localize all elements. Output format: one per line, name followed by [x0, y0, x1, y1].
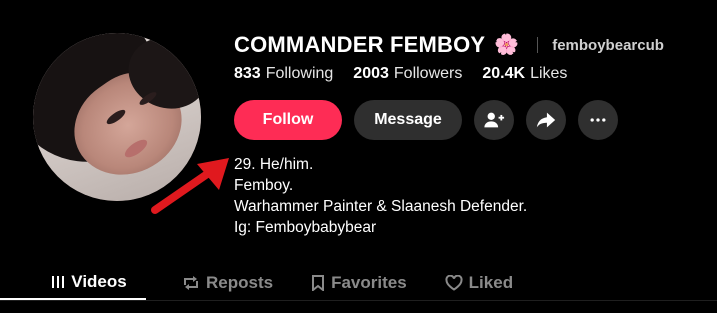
bio-line: 29. He/him.: [234, 156, 314, 173]
share-button[interactable]: [526, 100, 566, 140]
profile-tabs: Videos Reposts Favorites Liked: [0, 266, 515, 300]
add-friend-icon: [484, 112, 505, 128]
stat-label: Followers: [393, 65, 463, 82]
display-name: COMMANDER FEMBOY: [234, 32, 486, 57]
grid-icon: [51, 275, 65, 289]
stat-value: 833: [234, 65, 261, 82]
divider: [537, 37, 539, 53]
add-friend-button[interactable]: [474, 100, 514, 140]
stat-value: 20.4K: [482, 65, 526, 82]
bio-line: Ig: Femboybabybear: [234, 219, 377, 236]
stat-value: 2003: [353, 65, 389, 82]
stat-following[interactable]: 833 Following: [234, 65, 333, 83]
action-bar: Follow Message: [234, 100, 618, 140]
tab-label: Favorites: [331, 273, 407, 292]
bio-line: Warhammer Painter & Slaanesh Defender.: [234, 198, 528, 215]
stat-followers[interactable]: 2003 Followers: [353, 65, 462, 83]
tab-videos[interactable]: Videos: [0, 266, 146, 300]
stat-label: Likes: [530, 65, 568, 82]
repost-icon: [182, 275, 200, 291]
tab-label: Liked: [468, 273, 514, 292]
bio: 29. He/him. Femboy. Warhammer Painter & …: [234, 154, 527, 238]
stat-label: Following: [265, 65, 334, 82]
stat-likes: 20.4K Likes: [482, 65, 567, 83]
message-button[interactable]: Message: [354, 100, 462, 140]
red-arrow-annotation: [151, 158, 229, 214]
bio-line: Femboy.: [234, 177, 294, 194]
more-icon: [590, 118, 606, 122]
tabs-divider: [0, 300, 717, 301]
flower-emoji: 🌸: [494, 34, 520, 56]
tab-favorites[interactable]: Favorites: [309, 266, 409, 300]
bookmark-icon: [311, 275, 325, 291]
username: femboybearcub: [552, 36, 664, 54]
name-row: COMMANDER FEMBOY 🌸 femboybearcub: [234, 30, 664, 60]
tab-reposts[interactable]: Reposts: [180, 266, 275, 300]
share-icon: [536, 112, 556, 128]
more-button[interactable]: [578, 100, 618, 140]
tab-label: Reposts: [206, 273, 274, 292]
follow-button[interactable]: Follow: [234, 100, 342, 140]
profile-stats: 833 Following 2003 Followers 20.4K Likes: [234, 65, 587, 83]
tab-label: Videos: [71, 272, 127, 291]
tab-liked[interactable]: Liked: [443, 266, 515, 300]
heart-icon: [445, 275, 463, 291]
